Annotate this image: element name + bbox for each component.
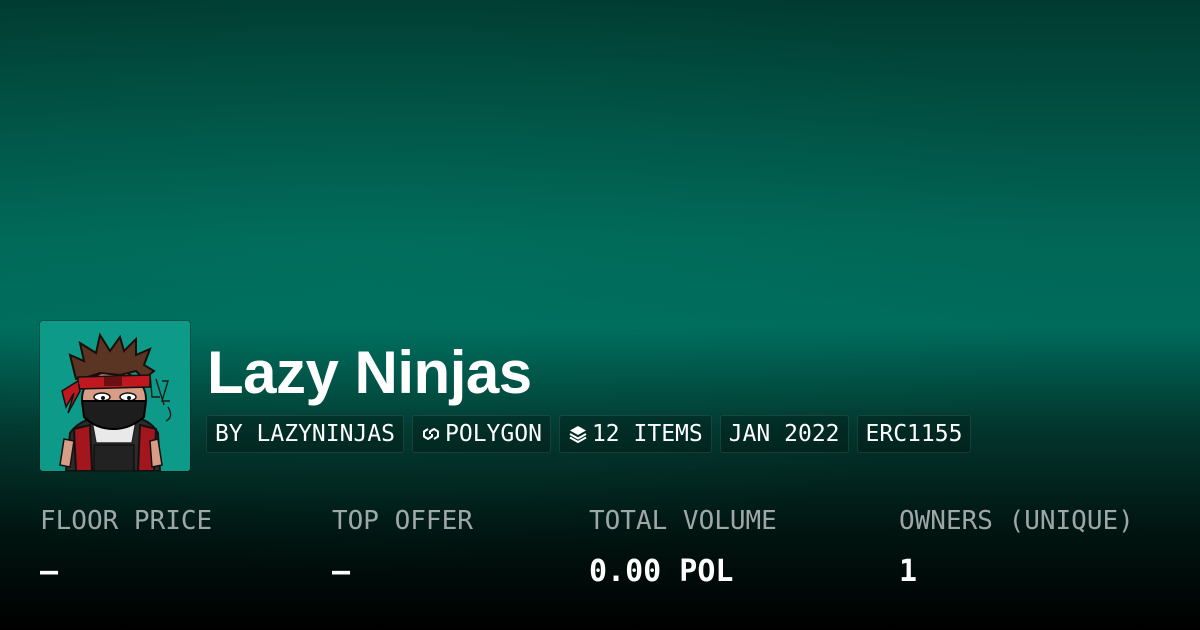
chain-tag-label: POLYGON — [445, 421, 542, 447]
polygon-chain-icon — [423, 428, 440, 440]
stat-floor-price-label: FLOOR PRICE — [40, 506, 213, 536]
collection-title: Lazy Ninjas — [207, 339, 532, 406]
stat-top-offer-value: — — [332, 554, 351, 589]
stat-floor-price-value: — — [40, 554, 59, 589]
collection-tags: BY LAZYNINJAS POLYGON 12 ITEMS JAN 2022 … — [206, 415, 972, 455]
collection-stats: FLOOR PRICE — TOP OFFER — TOTAL VOLUME 0… — [0, 505, 1200, 605]
token-standard-tag-label: ERC1155 — [865, 421, 963, 447]
created-date-tag-label: JAN 2022 — [728, 421, 840, 447]
layers-icon — [569, 426, 587, 443]
stat-top-offer: TOP OFFER — — [332, 505, 473, 591]
stat-floor-price: FLOOR PRICE — — [40, 505, 212, 591]
stat-total-volume-value: 0.00 POL — [589, 554, 734, 589]
items-tag[interactable]: 12 ITEMS — [558, 415, 712, 453]
items-tag-label: 12 ITEMS — [591, 421, 703, 447]
stat-top-offer-label: TOP OFFER — [332, 506, 473, 536]
created-date-tag: JAN 2022 — [719, 415, 849, 453]
collection-avatar[interactable] — [40, 321, 190, 471]
token-standard-tag: ERC1155 — [856, 415, 972, 453]
stat-total-volume: TOTAL VOLUME 0.00 POL — [589, 505, 777, 591]
stat-owners-value: 1 — [899, 554, 918, 589]
ninja-avatar-image — [40, 321, 190, 471]
creator-tag-label: BY LAZYNINJAS — [215, 421, 396, 447]
chain-tag[interactable]: POLYGON — [412, 415, 551, 453]
stat-owners: OWNERS (UNIQUE) 1 — [899, 505, 1134, 591]
stat-owners-label: OWNERS (UNIQUE) — [899, 506, 1134, 536]
creator-tag[interactable]: BY LAZYNINJAS — [206, 415, 405, 453]
stat-total-volume-label: TOTAL VOLUME — [589, 506, 777, 536]
